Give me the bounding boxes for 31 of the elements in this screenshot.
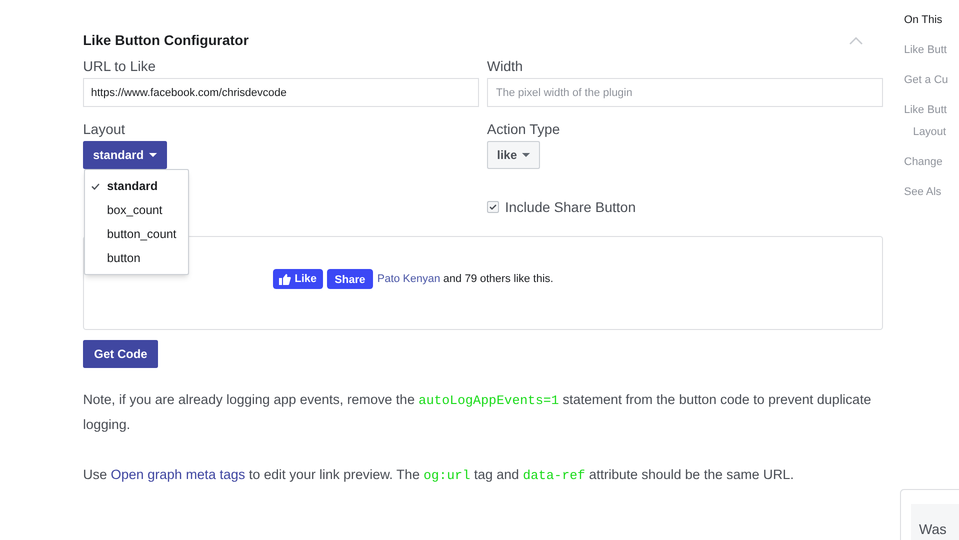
action-type-dropdown[interactable]: like (487, 141, 540, 169)
dropdown-option[interactable]: button (85, 246, 188, 270)
dropdown-option[interactable]: box_count (85, 198, 188, 222)
friend-link[interactable]: Pato Kenyan (377, 272, 440, 285)
url-field[interactable]: https://www.facebook.com/chrisdevcode (83, 78, 479, 107)
caret-down-icon (522, 153, 530, 157)
feedback-title: Was (919, 521, 946, 537)
chevron-up-icon (849, 36, 863, 44)
layout-dropdown[interactable]: standard (83, 141, 167, 169)
section-title: Like Button Configurator (83, 30, 249, 50)
field-label: Width (487, 57, 524, 76)
thumbs-up-icon (278, 274, 291, 284)
check-icon (91, 182, 100, 190)
paragraph: Use Open graph meta tags to edit your link preview. The og:url tag and data-ref attribute should be the same URL. (83, 466, 795, 485)
sidebar-title: On This (904, 13, 944, 28)
caret-down-icon (148, 153, 157, 157)
check-icon (489, 204, 497, 210)
paragraph: Note, if you are already logging app events, remove the autoLogAppEvents=1 statement from the button code to prevent duplicate logging. (83, 391, 872, 434)
social-text: Pato Kenyan and 79 others like this. (377, 272, 554, 287)
width-field[interactable]: The pixel width of the plugin (487, 78, 883, 107)
get-code-button[interactable]: Get Code (83, 340, 158, 368)
field-label: URL to Like (83, 57, 157, 76)
dropdown-option[interactable]: button_count (85, 222, 188, 246)
share-button[interactable]: Share (326, 269, 374, 289)
field-label: Action Type (487, 120, 561, 139)
link[interactable]: Open graph meta tags (110, 467, 246, 482)
dropdown-option[interactable]: standard (85, 174, 188, 198)
checkbox[interactable] (487, 201, 499, 213)
checkbox-label: Include Share Button (505, 198, 636, 216)
like-button[interactable]: Like (272, 269, 323, 289)
field-label: Layout (83, 120, 126, 139)
